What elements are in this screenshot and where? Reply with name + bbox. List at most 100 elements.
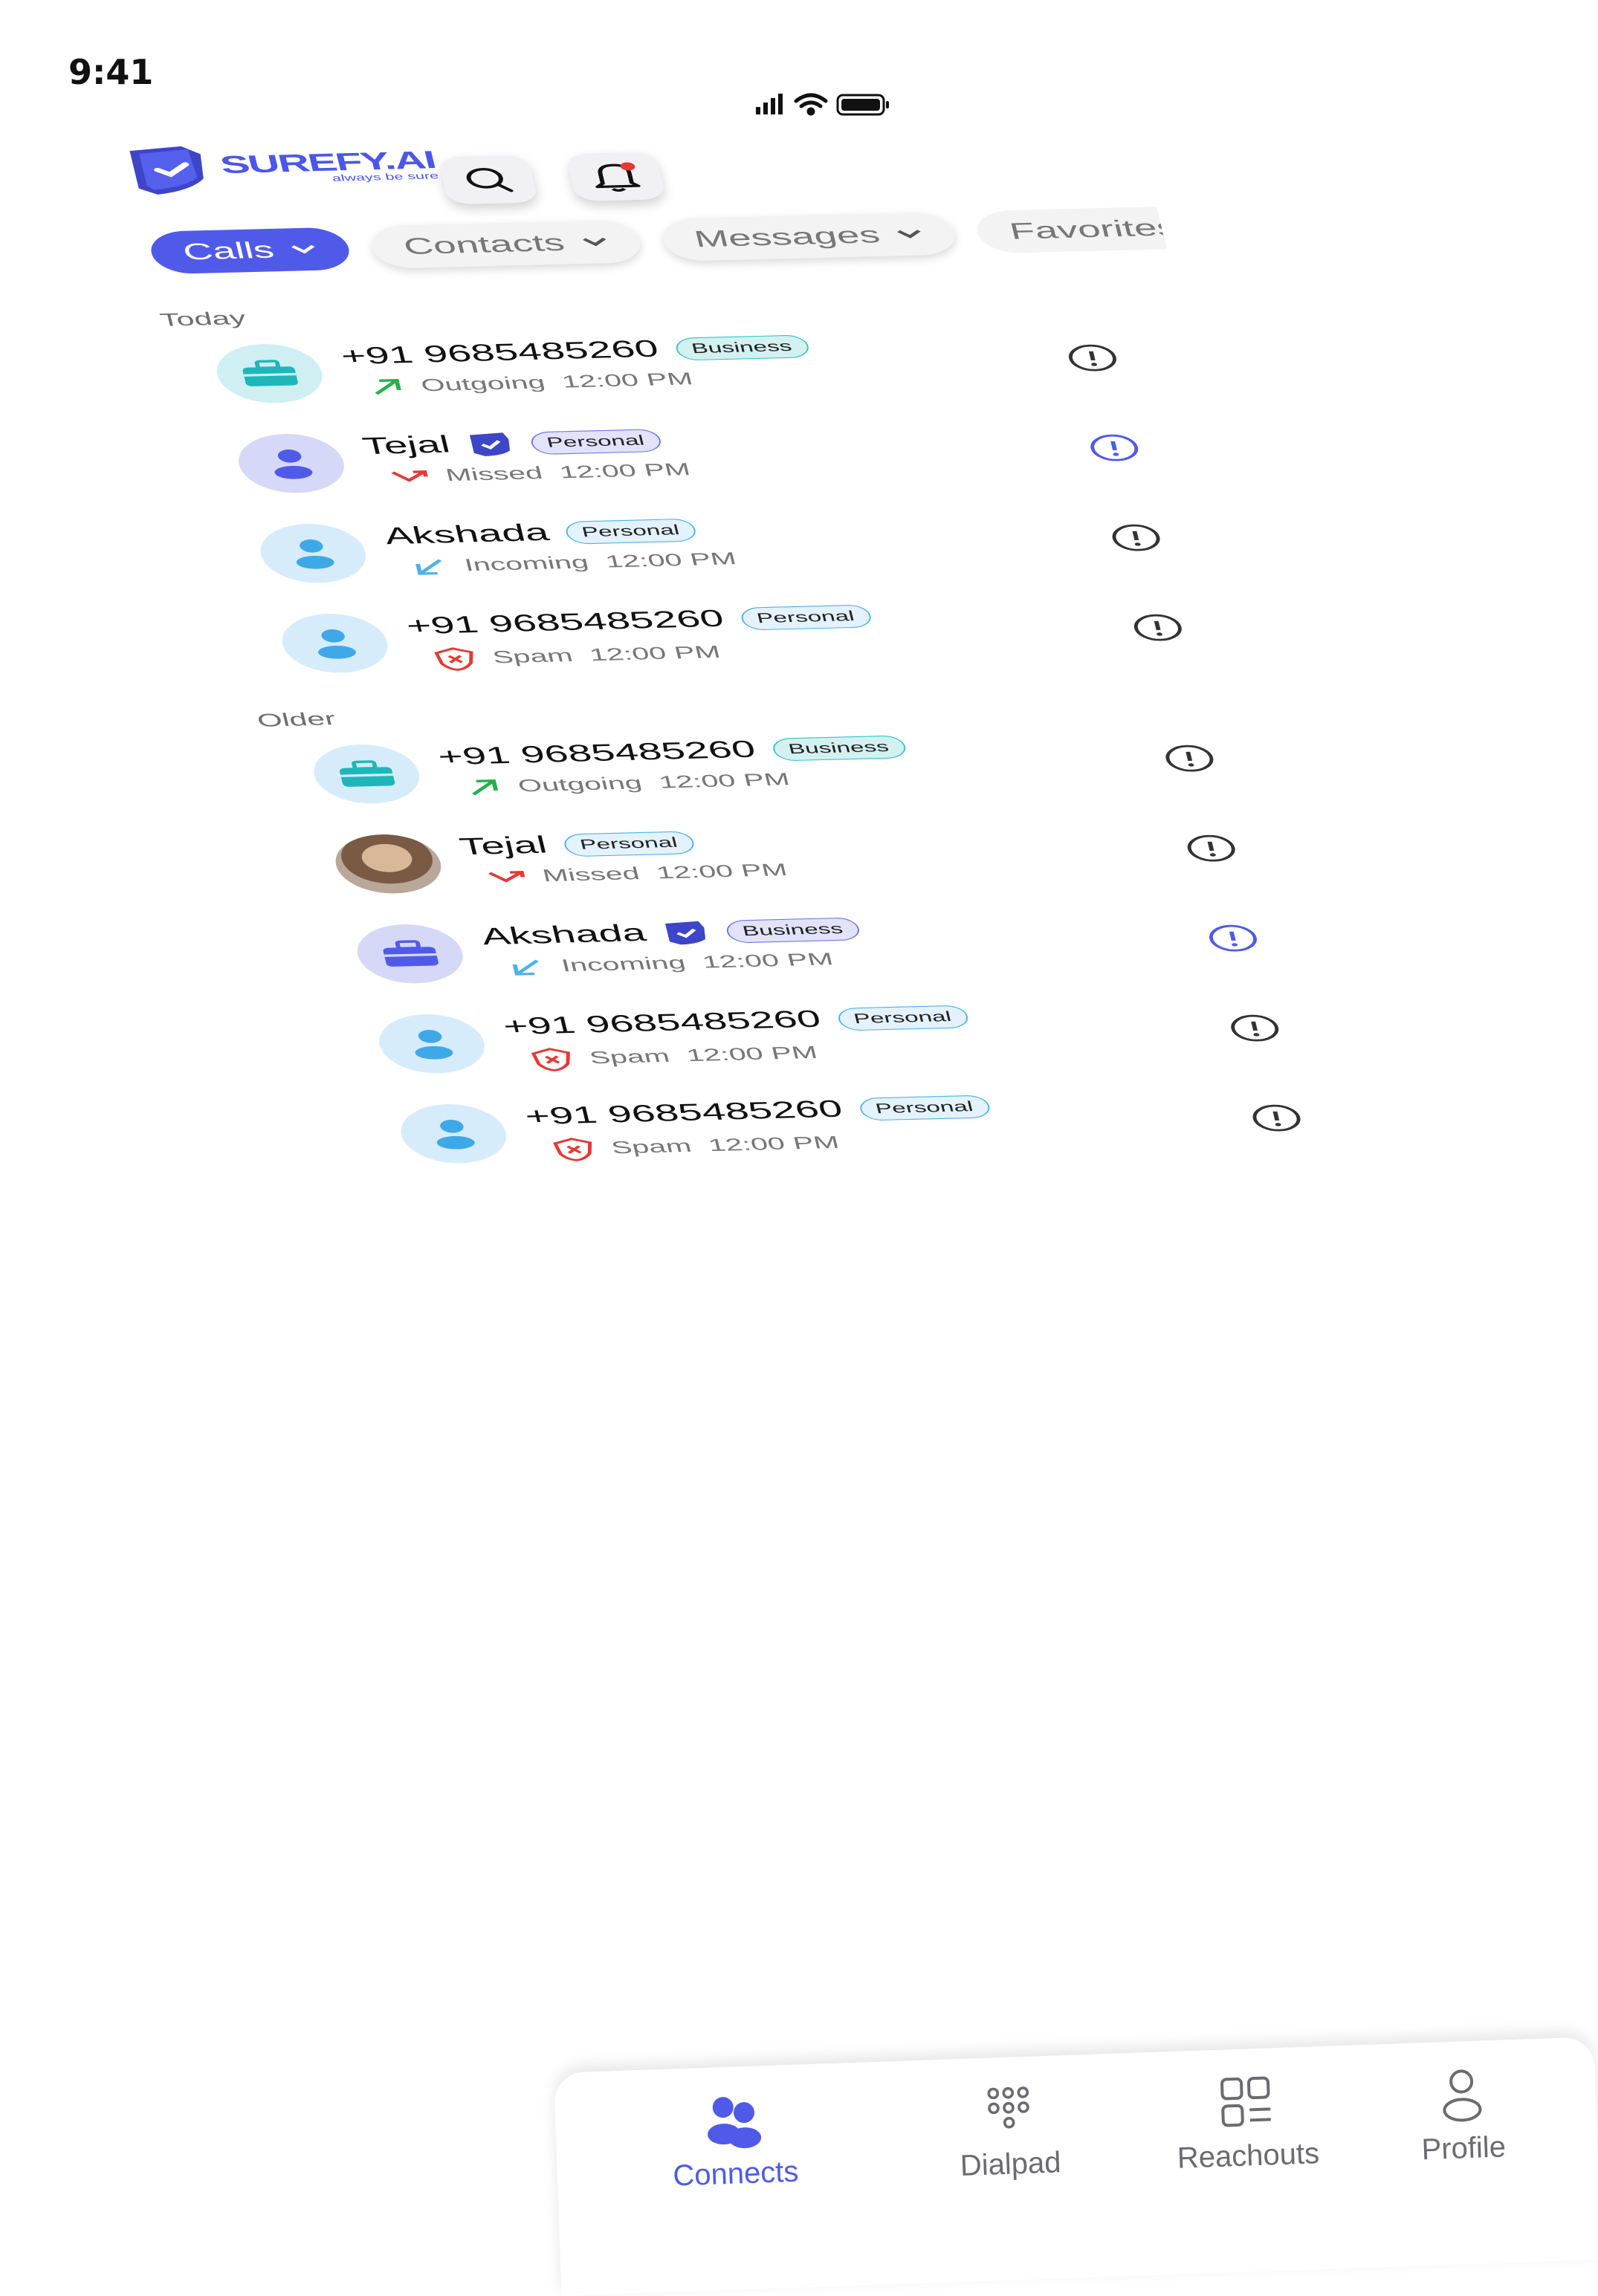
info-icon[interactable] [1203,923,1263,953]
call-row[interactable]: +91 9685485260 Personal Spam 12:00 PM [372,993,1290,1095]
call-row[interactable]: Tejal Personal Missed 12:00 PM [232,413,1150,514]
person-icon [436,1119,475,1149]
call-time: 12:00 PM [685,1042,820,1066]
call-row[interactable]: +91 9685485260 Business Outgoing 12:00 P… [210,323,1128,424]
tab-contacts-label: Contacts [401,230,568,259]
outgoing-call-icon [471,779,499,796]
call-type: Spam [491,646,575,667]
verified-shield-icon [664,921,705,944]
info-icon[interactable] [1182,833,1241,863]
call-type: Missed [540,864,642,886]
tab-favorites[interactable]: Favorites [973,207,1168,254]
info-icon[interactable] [1225,1013,1284,1043]
briefcase-icon [339,760,395,787]
notification-dot-icon [620,162,635,171]
person-icon [318,629,356,659]
info-icon[interactable] [1247,1103,1307,1133]
avatar [350,923,470,985]
avatar [275,612,395,675]
info-icon[interactable] [1107,522,1166,553]
briefcase-icon [242,360,298,386]
status-time: 9:41 [68,52,154,92]
search-button[interactable] [437,155,539,205]
call-time: 12:00 PM [700,950,835,973]
call-row[interactable]: Tejal Personal Missed 12:00 PM [329,814,1247,915]
call-row[interactable]: Akshada Personal Incoming 12:00 PM [253,503,1172,604]
call-type: Outgoing [418,373,548,395]
call-log-screen: SUREFY.AI always be sure Calls Contacts … [30,71,1598,2130]
tab-calls[interactable]: Calls [146,227,355,275]
missed-call-icon [488,870,525,883]
nav-connects-label: Connects [672,2155,800,2193]
nav-dialpad-label: Dialpad [960,2146,1062,2182]
chevron-down-icon [582,237,606,247]
call-type: Spam [609,1136,694,1158]
nav-profile-label: Profile [1420,2130,1507,2167]
nav-dialpad[interactable]: Dialpad [911,2078,1108,2185]
tag-badge: Personal [563,518,699,545]
avatar [394,1103,514,1165]
tag-badge: Business [769,734,908,762]
search-icon [466,168,514,192]
verified-shield-icon [469,432,510,456]
info-icon[interactable] [1128,612,1188,643]
contact-name: +91 9685485260 [500,1006,824,1040]
contact-name: +91 9685485260 [338,336,661,370]
connects-icon [708,2097,762,2149]
notifications-button[interactable] [565,152,667,202]
call-time: 12:00 PM [557,460,693,482]
call-time: 12:00 PM [706,1132,841,1155]
person-icon [415,1029,453,1060]
contact-name: Tejal [360,431,453,460]
avatar [372,1013,491,1075]
nav-connects[interactable]: Connects [636,2087,833,2194]
tab-contacts[interactable]: Contacts [366,219,645,269]
incoming-call-icon [415,559,442,575]
chevron-down-icon [291,244,315,254]
avatar [210,343,329,405]
info-icon[interactable] [1063,343,1122,373]
spam-shield-icon [434,647,473,671]
avatar [307,743,426,805]
profile-icon [1443,2069,1482,2122]
person-icon [274,449,313,479]
tab-calls-label: Calls [180,236,277,265]
bottom-nav: Connects Dialpad Reachouts Profile [554,2037,1598,2296]
nav-reachouts[interactable]: Reachouts [1149,2069,1346,2176]
nav-profile[interactable]: Profile [1379,2063,1546,2169]
briefcase-icon [383,940,439,967]
spam-shield-icon [552,1138,592,1161]
call-row[interactable]: +91 9685485260 Personal Spam 12:00 PM [275,593,1194,694]
contact-name: +91 9685485260 [403,606,727,640]
brand-logo: SUREFY.AI always be sure [123,138,441,197]
info-icon[interactable] [1084,432,1144,463]
call-type: Missed [443,464,545,485]
call-time: 12:00 PM [656,770,792,793]
outgoing-call-icon [375,378,401,395]
avatar-photo [329,833,448,895]
call-type: Outgoing [516,774,644,796]
spam-shield-icon [531,1048,570,1071]
tab-messages[interactable]: Messages [657,212,960,262]
nav-reachouts-label: Reachouts [1177,2137,1320,2175]
call-time: 12:00 PM [603,549,739,572]
person-icon [296,539,334,569]
contact-name: +91 9685485260 [522,1096,846,1130]
contact-name: Akshada [479,920,649,950]
call-row[interactable]: Akshada Business Incoming 12:00 PM [350,904,1269,1005]
section-older: Older [254,708,338,731]
tag-badge: Personal [738,603,873,631]
reachouts-icon [1220,2076,1271,2127]
call-row[interactable]: +91 9685485260 Business Outgoing 12:00 P… [307,724,1225,825]
filter-tabs: Calls Contacts Messages Favorites [146,207,1168,275]
contact-name: Akshada [381,519,552,550]
info-icon[interactable] [1160,743,1220,774]
call-row[interactable]: +91 9685485260 Personal Spam 12:00 PM [394,1083,1313,1184]
section-today: Today [158,307,248,331]
avatar [232,432,351,495]
tag-badge: Personal [856,1094,992,1121]
avatar [253,522,373,585]
contact-name: +91 9685485260 [435,736,759,771]
tag-badge: Personal [835,1004,970,1031]
tab-messages-label: Messages [691,221,883,252]
